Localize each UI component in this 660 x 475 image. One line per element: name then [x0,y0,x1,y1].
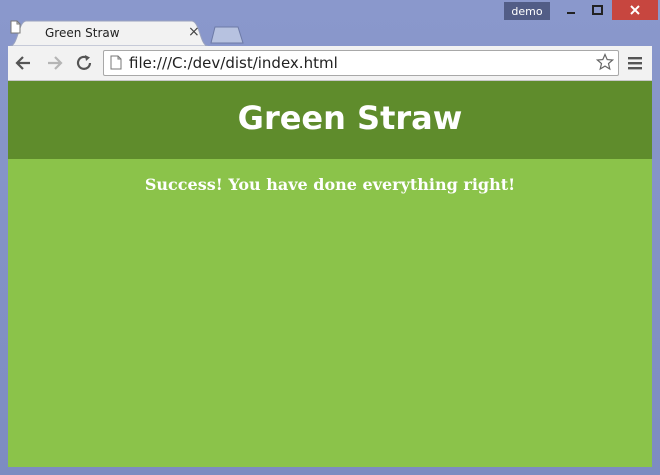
close-window-button[interactable] [612,0,658,20]
menu-icon[interactable] [626,54,644,72]
toolbar: file:///C:/dev/dist/index.html [8,46,652,81]
reload-button[interactable] [74,53,94,73]
close-icon [630,5,640,15]
tab-close-button[interactable]: × [188,24,200,40]
maximize-icon [591,5,603,15]
tab-title: Green Straw [45,26,120,40]
page-header: Green Straw [8,81,652,159]
minimize-button[interactable] [558,0,584,20]
browser-window: demo Green Straw × file:///C:/dev/dist/i… [0,0,660,475]
profile-badge[interactable]: demo [504,2,550,20]
bookmark-star-icon[interactable] [596,53,614,71]
back-button[interactable] [14,53,34,73]
url-text[interactable]: file:///C:/dev/dist/index.html [129,54,338,72]
page-viewport: Green Straw Success! You have done every… [8,81,652,467]
minimize-icon [567,12,575,14]
tab-green-straw[interactable]: Green Straw × [10,20,208,46]
address-bar[interactable]: file:///C:/dev/dist/index.html [103,50,619,76]
page-icon [110,55,122,70]
success-message: Success! You have done everything right! [144,175,516,194]
new-tab-button[interactable] [210,26,244,44]
page-heading: Green Straw [237,99,463,137]
forward-button[interactable] [44,53,64,73]
profile-badge-label: demo [511,4,543,18]
document-icon [10,20,21,34]
maximize-button[interactable] [584,0,610,20]
